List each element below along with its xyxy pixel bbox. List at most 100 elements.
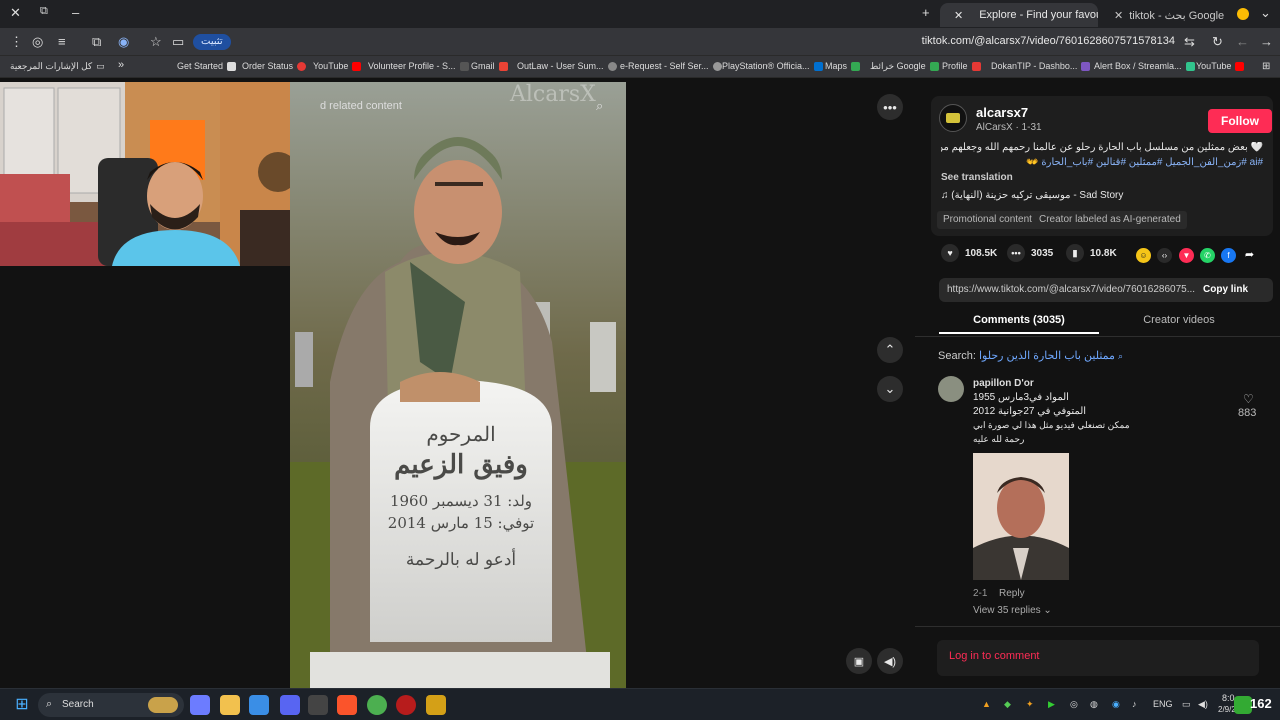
comment-icon: ••• [1007, 244, 1025, 262]
close-window-icon[interactable]: ✕ [10, 5, 21, 21]
app-icon[interactable] [426, 695, 446, 715]
video-player[interactable]: d related content ⌕ AlcarsX المرحوم وفيق… [290, 82, 626, 688]
microphone-icon[interactable]: ♪ [1132, 699, 1137, 709]
windows-start-icon[interactable]: ⊞ [12, 695, 32, 715]
send-icon[interactable]: ▼ [1179, 248, 1194, 263]
close-tab-icon[interactable]: ✕ [954, 9, 963, 22]
avatar[interactable] [939, 104, 967, 132]
url-field[interactable]: tiktok.com/@alcarsx7/video/7601628607571… [922, 35, 1175, 47]
follow-button[interactable]: Follow [1208, 109, 1272, 133]
see-translation-link[interactable]: See translation [941, 172, 1013, 183]
whatsapp-icon[interactable]: ✆ [1200, 248, 1215, 263]
more-options-icon[interactable]: ••• [877, 94, 903, 120]
apps-icon[interactable]: ⊞ [1262, 61, 1270, 72]
tab-explore[interactable]: ✕ Explore - Find your favourite [940, 3, 1098, 27]
tray-icon[interactable]: ◆ [1004, 699, 1011, 710]
chevron-icon[interactable]: » [118, 59, 124, 71]
volume-icon[interactable]: ◀) [877, 648, 903, 674]
bookmark-item[interactable]: Profile [942, 61, 981, 71]
facebook-icon[interactable]: f [1221, 248, 1236, 263]
copy-link-button[interactable]: Copy link [1203, 284, 1248, 295]
bookmark-item[interactable]: Maps [825, 61, 861, 71]
tray-icon[interactable]: ✦ [1026, 699, 1034, 710]
forward-icon[interactable]: → [1260, 34, 1273, 49]
save-button[interactable]: ▮ 10.8K [1066, 244, 1117, 262]
star-icon[interactable]: ☆ [150, 34, 162, 50]
bookmark-item[interactable]: Volunteer Profile - S... [368, 61, 469, 71]
reply-button[interactable]: Reply [999, 588, 1025, 599]
app-icon[interactable] [308, 695, 328, 715]
tab-creator-videos[interactable]: Creator videos [1099, 314, 1259, 334]
music-link[interactable]: ♫ موسيقى تركيه حزينة (النهاية) - Sad Sto… [941, 190, 1123, 201]
bookmark-item[interactable]: Gmail [471, 61, 508, 71]
cast-icon[interactable]: ▭ [172, 34, 184, 50]
share-icon[interactable]: ➦ [1242, 248, 1257, 263]
tab-title: Explore - Find your favourite [979, 9, 1098, 21]
clock-time[interactable]: 8:0 [1222, 693, 1235, 703]
new-tab-button[interactable]: + [922, 5, 930, 20]
tray-icon[interactable]: ▲ [982, 699, 991, 709]
bookmark-item[interactable]: YouTube [1196, 61, 1245, 71]
hashtags[interactable]: #ai #زمن_الفن_الجميل #ممثلين #قنالين #با… [941, 157, 1263, 168]
reading-list-icon[interactable]: ≡ [58, 34, 66, 49]
back-icon[interactable]: ← [1236, 34, 1249, 49]
username[interactable]: alcarsx7 [976, 105, 1028, 120]
chrome-icon[interactable] [367, 695, 387, 715]
bookmark-item[interactable]: Order Status [242, 61, 307, 71]
tab-search-icon[interactable]: ⌄ [1260, 5, 1271, 21]
coin-icon[interactable]: ☺ [1136, 248, 1151, 263]
tray-icon[interactable]: ◎ [1070, 699, 1078, 710]
extension-icon[interactable]: ◎ [32, 34, 43, 50]
comment-count: 3035 [1031, 247, 1054, 259]
bookmark-item[interactable]: YouTube [313, 61, 362, 71]
comment-button[interactable]: ••• 3035 [1007, 244, 1053, 262]
bookmark-item[interactable]: PlayStation® Officia... [722, 61, 823, 71]
tray-icon[interactable]: ◉ [1112, 699, 1120, 710]
page-content: d related content ⌕ AlcarsX المرحوم وفيق… [0, 78, 1280, 688]
sound-icon[interactable]: ◉ [118, 34, 129, 50]
bookmark-item[interactable]: e-Request - Self Ser... [620, 61, 722, 71]
tray-icon[interactable]: ▶ [1048, 699, 1055, 710]
volume-icon[interactable]: ◀) [1198, 699, 1208, 710]
float-player-icon[interactable]: ▣ [846, 648, 872, 674]
previous-video-icon[interactable]: ⌃ [877, 337, 903, 363]
tray-icon[interactable]: ◍ [1090, 699, 1098, 710]
bookmark-all[interactable]: كل الإشارات المرجعية ▭ [10, 61, 105, 72]
tab-comments[interactable]: Comments (3035) [939, 314, 1099, 334]
obs-icon[interactable] [396, 695, 416, 715]
search-suggestion[interactable]: Search: ممثلين باب الحارة الذين رحلوا ⌕ [938, 349, 1123, 362]
bookmark-item[interactable]: Get Started [177, 61, 237, 71]
avatar[interactable] [938, 376, 964, 402]
login-to-comment[interactable]: Log in to comment [937, 640, 1259, 676]
bookmark-item[interactable]: Alert Box / Streamla... [1094, 61, 1195, 71]
menu-icon[interactable]: ⋮ [10, 34, 23, 50]
discord-icon[interactable] [280, 695, 300, 715]
comment-photo[interactable] [973, 453, 1069, 580]
reload-icon[interactable]: ↻ [1212, 34, 1223, 50]
embed-icon[interactable]: ‹› [1157, 248, 1172, 263]
network-icon[interactable]: ▭ [1182, 699, 1191, 710]
store-icon[interactable] [249, 695, 269, 715]
heart-icon[interactable]: ♡ [1243, 392, 1254, 406]
search-icon[interactable]: ⌕ [596, 98, 603, 114]
comment-author[interactable]: papillon D'or [973, 378, 1034, 389]
brave-icon[interactable] [337, 695, 357, 715]
puzzle-icon[interactable]: ⧉ [92, 34, 101, 50]
widgets-icon[interactable] [190, 695, 210, 715]
taskbar-search[interactable]: ⌕ Search [38, 693, 184, 717]
language-indicator[interactable]: ENG [1153, 699, 1173, 709]
next-video-icon[interactable]: ⌄ [877, 376, 903, 402]
bookmark-item[interactable]: DokanTIP - Dashbo... [991, 61, 1091, 71]
close-tab-icon[interactable]: ✕ [1114, 9, 1123, 22]
minimize-window-icon[interactable]: – [72, 5, 79, 20]
like-button[interactable]: ♥ 108.5K [941, 244, 997, 262]
site-settings-icon[interactable]: ⇆ [1184, 34, 1195, 50]
tab-google[interactable]: ✕ tiktok - بحث Google [1100, 3, 1230, 27]
view-replies-button[interactable]: View 35 replies ⌄ [973, 605, 1052, 616]
bookmark-item[interactable]: خرائط Google [870, 61, 939, 72]
bookmark-item[interactable]: OutLaw - User Sum... [517, 61, 617, 71]
restore-window-icon[interactable]: ⧉ [40, 5, 48, 18]
video-search-text[interactable]: d related content [320, 100, 402, 112]
install-button[interactable]: تثبيت [193, 34, 231, 50]
file-explorer-icon[interactable] [220, 695, 240, 715]
